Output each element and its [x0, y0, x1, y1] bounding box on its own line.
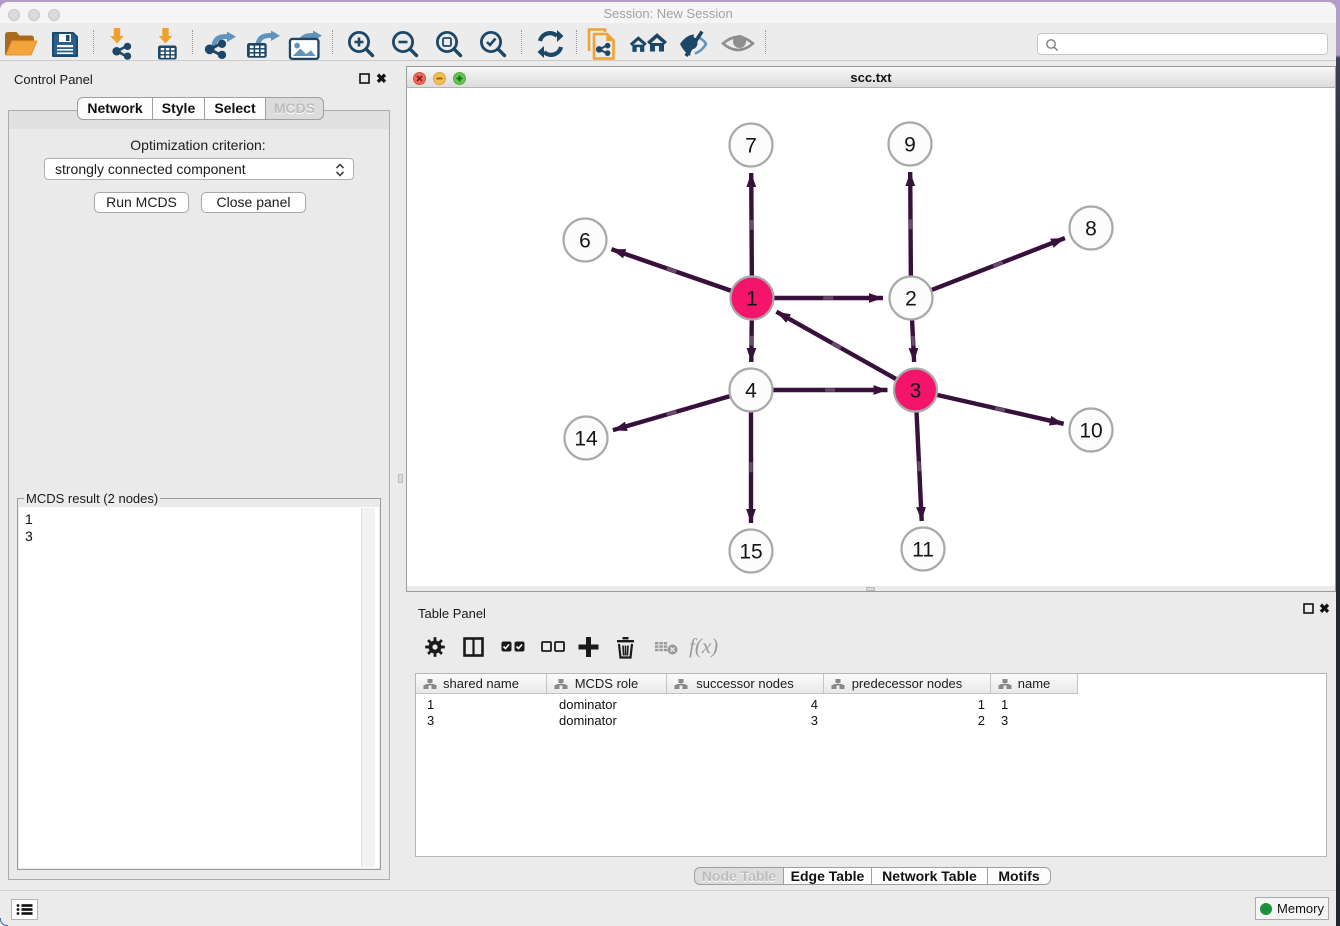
svg-text:10: 10 [1079, 420, 1102, 443]
svg-text:3: 3 [910, 380, 922, 403]
svg-text:6: 6 [579, 230, 591, 253]
svg-text:14: 14 [574, 428, 598, 451]
svg-text:7: 7 [745, 135, 757, 158]
svg-text:4: 4 [745, 380, 757, 403]
svg-text:11: 11 [912, 539, 934, 562]
svg-text:8: 8 [1085, 218, 1097, 241]
svg-text:2: 2 [905, 288, 917, 311]
svg-text:15: 15 [739, 541, 762, 564]
svg-text:9: 9 [904, 134, 916, 157]
svg-text:1: 1 [746, 288, 758, 311]
